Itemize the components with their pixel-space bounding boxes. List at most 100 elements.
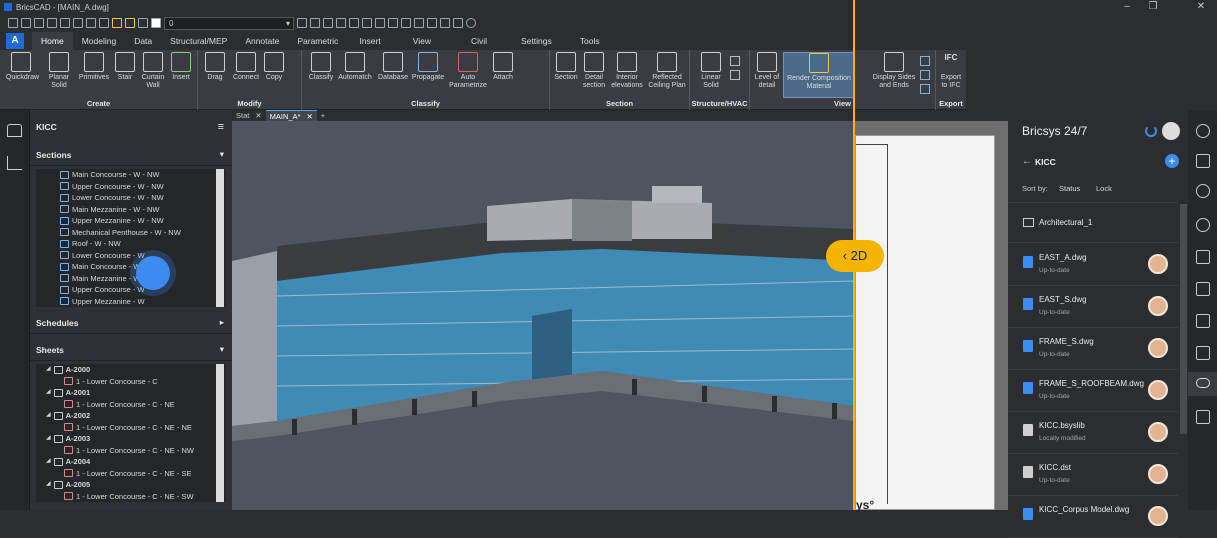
- beam-icon[interactable]: [1196, 282, 1210, 296]
- application-menu-button[interactable]: A: [6, 33, 24, 49]
- tab-civil[interactable]: Civil: [451, 32, 507, 50]
- collapse-icon[interactable]: ◢: [46, 433, 51, 445]
- model-viewport[interactable]: [232, 121, 855, 510]
- layers-panel-icon[interactable]: [427, 18, 437, 28]
- add-button[interactable]: +: [1165, 154, 1179, 168]
- view-small-icon[interactable]: [920, 56, 930, 66]
- file-item[interactable]: EAST_A.dwg Up-to-date: [1008, 244, 1178, 286]
- section-item[interactable]: Main Concourse - W - NW: [60, 169, 226, 181]
- sheets-header[interactable]: Sheets ▾: [30, 339, 232, 361]
- user-avatar[interactable]: [1162, 122, 1180, 140]
- layer-print-icon[interactable]: [138, 18, 148, 28]
- planar-solid-button[interactable]: Planar Solid: [44, 52, 74, 90]
- collapse-icon[interactable]: ◢: [46, 410, 51, 422]
- file-item[interactable]: FRAME_S_ROOFBEAM.dwg Up-to-date: [1008, 370, 1178, 412]
- materials-icon[interactable]: [401, 18, 411, 28]
- redo-icon[interactable]: [99, 18, 109, 28]
- layers-icon[interactable]: [1196, 314, 1210, 328]
- layer-walk-icon[interactable]: [336, 18, 346, 28]
- files-scrollbar[interactable]: [1180, 204, 1187, 434]
- reflected-ceiling-plan-button[interactable]: Reflected Ceiling Plan: [646, 52, 688, 90]
- layer-on-icon[interactable]: [112, 18, 122, 28]
- automatch-button[interactable]: Automatch: [336, 52, 374, 82]
- close-tab-icon[interactable]: ✕: [306, 111, 312, 121]
- broadcast-icon[interactable]: [1196, 218, 1210, 232]
- doc-tab-main-a[interactable]: MAIN_A* ✕: [265, 110, 317, 121]
- new-tab-button[interactable]: +: [317, 110, 329, 121]
- folder-row[interactable]: Architectural_1: [1008, 203, 1178, 243]
- tab-parametric[interactable]: Parametric: [288, 32, 347, 50]
- sheet-viewport-item[interactable]: 1 - Lower Concourse - C - NE - NE: [46, 422, 226, 434]
- copy-button[interactable]: Copy: [262, 52, 286, 82]
- view-small-icon-3[interactable]: [920, 84, 930, 94]
- back-arrow-icon[interactable]: ←: [1022, 156, 1032, 167]
- section-item[interactable]: Upper Mezzanine - W - NW: [60, 215, 226, 227]
- layer-state-icon[interactable]: [310, 18, 320, 28]
- section-item[interactable]: Upper Concourse - W - NW: [60, 181, 226, 193]
- primitives-button[interactable]: Primitives: [77, 52, 111, 82]
- tab-view[interactable]: View: [393, 32, 451, 50]
- tab-modeling[interactable]: Modeling: [73, 32, 126, 50]
- layer-color-icon[interactable]: [151, 18, 161, 28]
- drag-button[interactable]: Drag: [202, 52, 228, 82]
- print-icon[interactable]: [60, 18, 70, 28]
- collapse-icon[interactable]: ◢: [46, 456, 51, 468]
- help-icon[interactable]: [466, 18, 476, 28]
- layer-merge-icon[interactable]: [349, 18, 359, 28]
- sheet-viewport-item[interactable]: 1 - Lower Concourse - C - NE - SE: [46, 468, 226, 480]
- sheet-item[interactable]: ◢ A-2003: [46, 433, 226, 445]
- file-item[interactable]: KICC_Corpus Model.dwg: [1008, 496, 1178, 538]
- collapse-icon[interactable]: ◢: [46, 364, 51, 376]
- sheet-item[interactable]: ◢ A-2004: [46, 456, 226, 468]
- sheets-scrollbar[interactable]: [216, 364, 224, 502]
- open-file-icon[interactable]: [21, 18, 31, 28]
- linear-solid-button[interactable]: Linear Solid: [696, 52, 726, 90]
- render-icon[interactable]: [388, 18, 398, 28]
- section-button[interactable]: Section: [552, 52, 580, 82]
- file-item[interactable]: KICC.dst Up-to-date: [1008, 454, 1178, 496]
- cloud-upload-icon[interactable]: [1188, 372, 1217, 396]
- undo-icon[interactable]: [86, 18, 96, 28]
- database-button[interactable]: Database: [376, 52, 410, 82]
- classify-button[interactable]: Classify: [306, 52, 336, 82]
- structure-tree-icon[interactable]: [7, 156, 22, 170]
- quickdraw-button[interactable]: Quickdraw: [6, 52, 39, 82]
- section-item[interactable]: Roof - W - NW: [60, 238, 226, 250]
- layer-select[interactable]: 0 ▾: [164, 16, 294, 30]
- hamburger-menu-icon[interactable]: ≡: [218, 121, 224, 133]
- plot-icon[interactable]: [73, 18, 83, 28]
- visual-style-icon[interactable]: [375, 18, 385, 28]
- tab-home[interactable]: Home: [32, 32, 73, 50]
- match-layer-icon[interactable]: [297, 18, 307, 28]
- render-composition-material-button[interactable]: Render Composition Material: [783, 52, 855, 98]
- close-button[interactable]: ✕: [1190, 0, 1212, 14]
- home-icon[interactable]: [7, 124, 22, 137]
- sliders-icon[interactable]: [1196, 154, 1210, 168]
- detail-section-button[interactable]: Detail section: [580, 52, 608, 90]
- propagate-button[interactable]: Propagate: [410, 52, 446, 82]
- refresh-icon[interactable]: [1145, 125, 1157, 137]
- close-tab-icon[interactable]: ✕: [255, 110, 261, 121]
- section-item[interactable]: Mechanical Penthouse - W - NW: [60, 227, 226, 239]
- file-item[interactable]: FRAME_S.dwg Up-to-date: [1008, 328, 1178, 370]
- doc-tab-start[interactable]: Stat ✕: [232, 110, 266, 121]
- sheet-viewport-item[interactable]: 1 - Lower Concourse - C - NE - NW: [46, 445, 226, 457]
- minimize-button[interactable]: –: [1116, 0, 1138, 14]
- sections-scrollbar[interactable]: [216, 169, 224, 307]
- library-icon[interactable]: [453, 18, 463, 28]
- sections-header[interactable]: Sections ▾: [30, 144, 232, 166]
- sheet-item[interactable]: ◢ A-2002: [46, 410, 226, 422]
- tab-structural-mep[interactable]: Structural/MEP: [161, 32, 236, 50]
- sheet-item[interactable]: ◢ A-2005: [46, 479, 226, 491]
- sheet-viewport-item[interactable]: 1 - Lower Concourse - C: [46, 376, 226, 388]
- save-as-icon[interactable]: [47, 18, 57, 28]
- level-of-detail-button[interactable]: Level of detail: [752, 52, 782, 90]
- new-file-icon[interactable]: [8, 18, 18, 28]
- lightbulb-icon[interactable]: [1196, 124, 1210, 138]
- balloon-icon[interactable]: [1196, 184, 1210, 198]
- insert-button[interactable]: Insert: [169, 52, 193, 82]
- file-item[interactable]: EAST_S.dwg Up-to-date: [1008, 286, 1178, 328]
- layer-isolate-icon[interactable]: [323, 18, 333, 28]
- hvac-tool-icon[interactable]: [730, 56, 740, 66]
- cube-icon[interactable]: [1196, 346, 1210, 360]
